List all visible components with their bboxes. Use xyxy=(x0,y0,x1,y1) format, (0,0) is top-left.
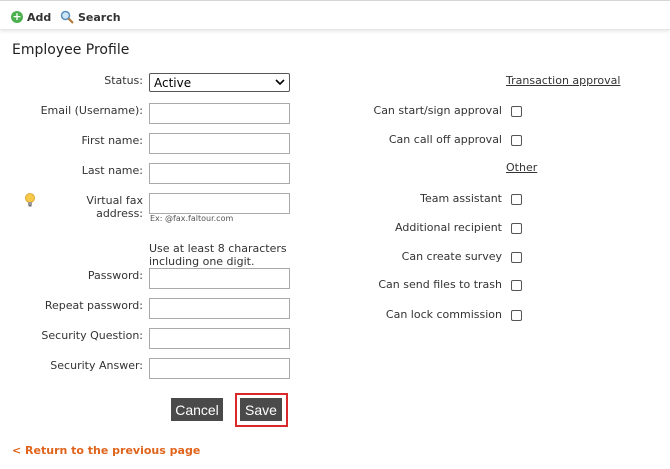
security-question-field[interactable] xyxy=(149,328,290,349)
can-lock-commission-label: Can lock commission xyxy=(385,308,502,321)
chevron-down-icon xyxy=(275,79,285,86)
page-title: Employee Profile xyxy=(12,42,130,58)
can-call-off-checkbox[interactable] xyxy=(511,135,522,146)
can-send-trash-checkbox[interactable] xyxy=(511,280,522,291)
transaction-approval-heading: Transaction approval xyxy=(506,74,621,87)
first-name-field[interactable] xyxy=(149,133,290,154)
last-name-field[interactable] xyxy=(149,163,290,184)
search-label: Search xyxy=(78,10,121,24)
password-hint: Use at least 8 characters including one … xyxy=(149,242,287,268)
first-name-label: First name: xyxy=(81,134,143,147)
status-label: Status: xyxy=(104,74,143,87)
toolbar: + Add Search xyxy=(0,0,670,30)
return-previous-page-link[interactable]: < Return to the previous page xyxy=(12,444,200,457)
virtual-fax-label: Virtual fax address: xyxy=(86,194,143,220)
can-start-sign-checkbox[interactable] xyxy=(511,106,522,117)
add-label: Add xyxy=(27,10,52,24)
status-value: Active xyxy=(154,75,192,90)
team-assistant-checkbox[interactable] xyxy=(511,194,522,205)
can-lock-commission-checkbox[interactable] xyxy=(511,310,522,321)
can-start-sign-label: Can start/sign approval xyxy=(373,104,502,117)
virtual-fax-hint: Ex: @fax.faltour.com xyxy=(150,214,234,223)
search-button[interactable]: Search xyxy=(60,9,121,25)
can-create-survey-label: Can create survey xyxy=(401,250,502,263)
lightbulb-icon[interactable] xyxy=(24,193,36,207)
status-select[interactable]: Active xyxy=(149,73,290,92)
save-button[interactable]: Save xyxy=(240,398,282,421)
security-answer-field[interactable] xyxy=(149,358,290,379)
repeat-password-label: Repeat password: xyxy=(44,299,143,312)
security-answer-label: Security Answer: xyxy=(50,359,143,372)
password-label: Password: xyxy=(87,269,143,282)
last-name-label: Last name: xyxy=(81,164,143,177)
plus-icon: + xyxy=(11,10,23,23)
email-label: Email (Username): xyxy=(40,104,143,117)
security-question-label: Security Question: xyxy=(41,329,143,342)
additional-recipient-checkbox[interactable] xyxy=(511,223,522,234)
add-button[interactable]: + Add xyxy=(11,9,51,25)
repeat-password-field[interactable] xyxy=(149,298,290,319)
email-field[interactable] xyxy=(149,103,290,124)
team-assistant-label: Team assistant xyxy=(420,192,502,205)
additional-recipient-label: Additional recipient xyxy=(395,221,502,234)
can-send-trash-label: Can send files to trash xyxy=(378,278,502,291)
password-field[interactable] xyxy=(149,268,290,289)
other-heading: Other xyxy=(506,161,538,174)
magnifier-icon xyxy=(60,10,74,24)
virtual-fax-field[interactable] xyxy=(149,193,290,214)
cancel-button[interactable]: Cancel xyxy=(171,398,223,421)
can-call-off-label: Can call off approval xyxy=(388,133,502,146)
can-create-survey-checkbox[interactable] xyxy=(511,252,522,263)
